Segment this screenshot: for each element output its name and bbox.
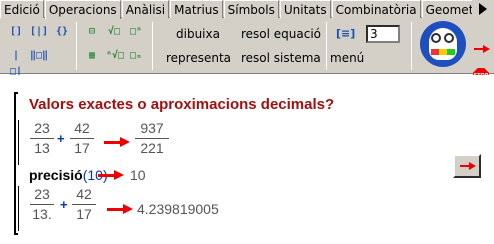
resol-sistema-button[interactable]: resol sistema — [241, 49, 321, 67]
result-fraction: 937 221 — [135, 120, 169, 157]
toolbar-separator — [76, 22, 77, 70]
toolbar-separator — [152, 22, 153, 70]
fraction-icon[interactable]: ⊟ — [84, 24, 100, 40]
denominator: 13 — [34, 140, 50, 156]
owl-eye-left — [431, 33, 441, 43]
denominator: 221 — [140, 140, 164, 156]
matrix-icon[interactable]: ▦ — [84, 48, 100, 64]
fraction-bar — [70, 138, 94, 139]
numerator: 23 — [34, 186, 50, 202]
fraction-a: 23 13. — [30, 186, 54, 223]
worksheet[interactable]: Valors exactes o aproximacions decimals?… — [0, 75, 494, 244]
result-arrow-icon — [98, 170, 126, 180]
fraction-b: 42 17 — [72, 186, 96, 223]
dibuixa-button[interactable]: dibuixa — [176, 25, 220, 43]
fraction-a: 23 13 — [30, 120, 54, 157]
menu-icon[interactable]: [≡] — [336, 26, 355, 42]
tab-scroll-right-button[interactable] — [472, 0, 494, 18]
row-bracket — [18, 120, 21, 165]
precision-result: 10 — [130, 167, 146, 183]
result-arrow-icon — [104, 137, 132, 147]
tab-unitats[interactable]: Unitats — [279, 0, 331, 18]
row-bracket — [18, 186, 21, 231]
norm-icon[interactable]: ‖□‖ — [30, 48, 48, 64]
nth-root-icon[interactable]: ⁿ√□ — [106, 48, 124, 64]
fraction-b: 42 17 — [70, 120, 94, 157]
tab-matrius[interactable]: Matrius — [170, 0, 223, 18]
owl-eye-right — [444, 33, 454, 43]
triangle-right-icon — [479, 3, 487, 15]
numerator: 42 — [74, 120, 90, 136]
toolbar-separator — [411, 22, 412, 70]
owl-logo — [420, 21, 466, 67]
owl-band — [431, 49, 455, 55]
red-arrow-icon[interactable] — [474, 45, 490, 53]
abs-brackets-icon[interactable]: [|] — [30, 24, 48, 40]
fraction-bar — [30, 204, 54, 205]
abs-value-icon[interactable]: |□| — [8, 48, 24, 77]
denominator: 17 — [74, 140, 90, 156]
precision-keyword: precisió — [29, 167, 83, 183]
denominator: 13. — [32, 206, 52, 222]
brackets-icon[interactable]: [] — [8, 24, 24, 40]
heading: Valors exactes o aproximacions decimals? — [29, 96, 335, 113]
plus-operator: + — [57, 131, 65, 146]
menu-button[interactable]: menú — [330, 49, 364, 67]
tab-edicio[interactable]: Edició — [0, 0, 44, 18]
fraction-bar — [135, 138, 169, 139]
fraction-bar — [72, 204, 96, 205]
tab-simbols[interactable]: Símbols — [223, 0, 279, 18]
braces-icon[interactable]: {} — [54, 24, 70, 40]
subscript-icon[interactable]: □ₙ — [128, 48, 144, 64]
decimal-result: 4.239819005 — [137, 201, 219, 217]
resol-equacio-button[interactable]: resol equació — [241, 25, 321, 43]
sqrt-icon[interactable]: √□ — [106, 24, 122, 40]
fraction-bar — [30, 138, 54, 139]
result-arrow-icon — [107, 204, 135, 214]
power-icon[interactable]: □ⁿ — [128, 24, 144, 40]
toolbar-separator — [326, 22, 327, 70]
tab-combinatoria[interactable]: Combinatòria — [331, 0, 421, 18]
tab-operacions[interactable]: Operacions — [44, 0, 121, 19]
tab-analisi[interactable]: Anàlisi — [121, 0, 170, 18]
plus-operator: + — [60, 197, 68, 212]
red-arrow-icon — [460, 162, 476, 170]
precision-input[interactable]: 3 — [366, 25, 400, 43]
execute-button[interactable] — [453, 154, 481, 178]
representa-button[interactable]: representa — [166, 49, 231, 67]
numerator: 937 — [140, 120, 164, 136]
tab-bar: Edició Operacions Anàlisi Matrius Símbol… — [0, 0, 494, 19]
denominator: 17 — [76, 206, 92, 222]
numerator: 23 — [34, 120, 50, 136]
numerator: 42 — [76, 186, 92, 202]
precision-expression: precisió(10) — [29, 167, 108, 183]
